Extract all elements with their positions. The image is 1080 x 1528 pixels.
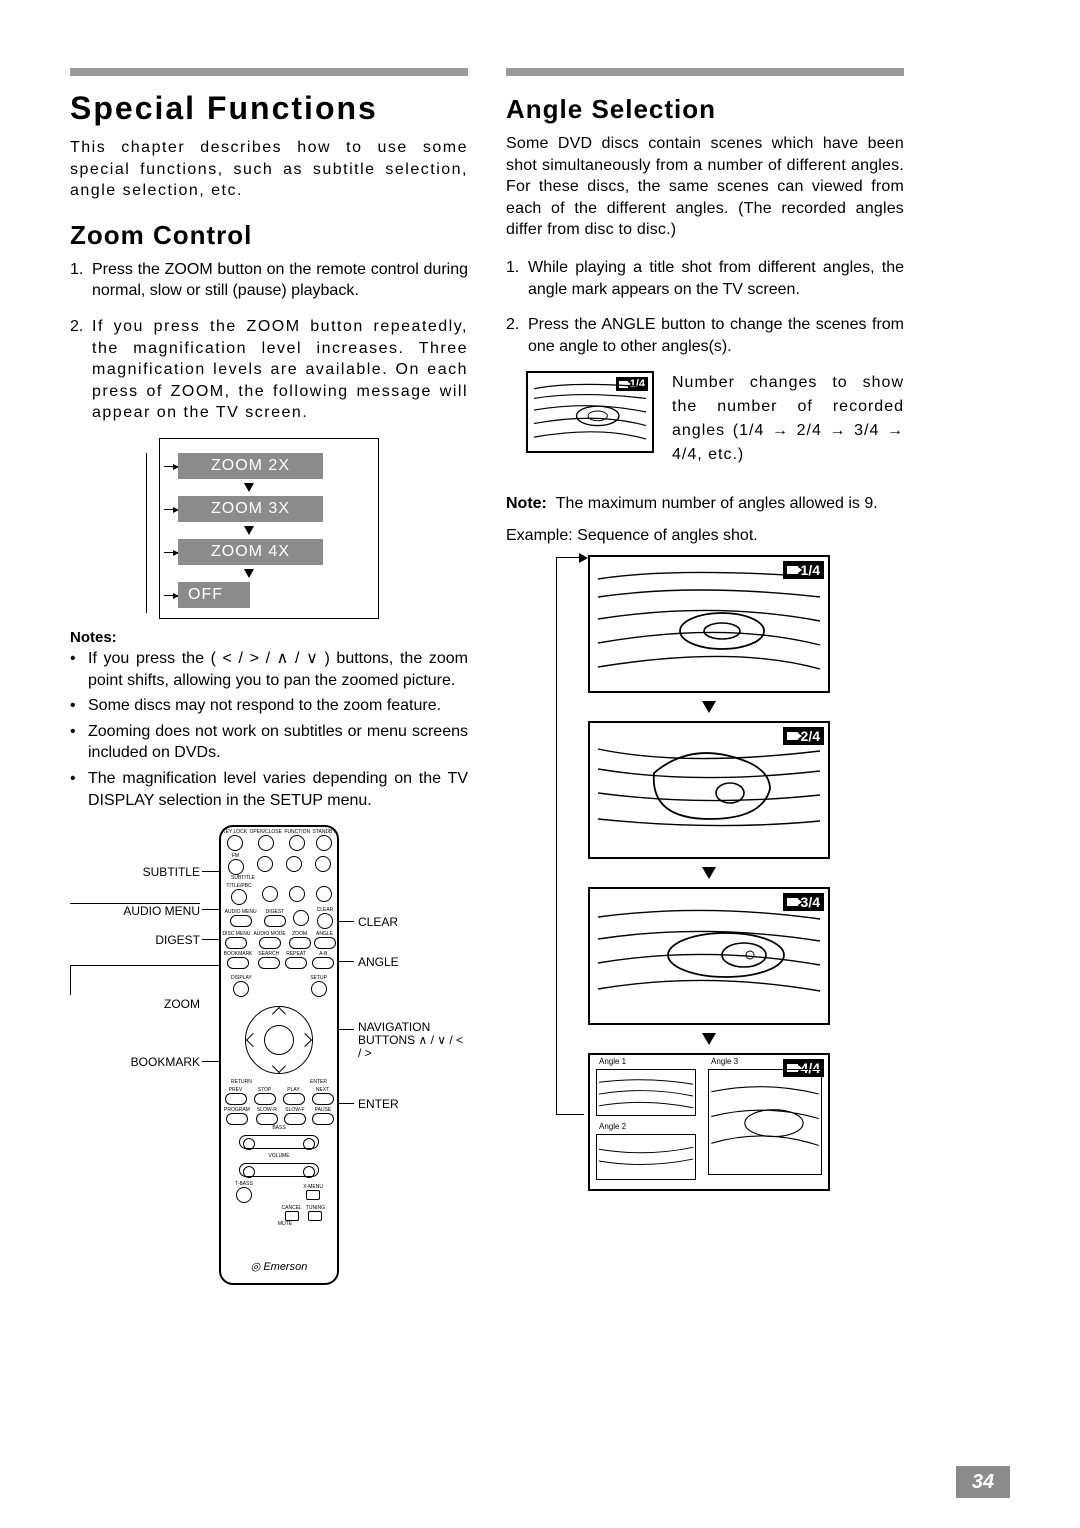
callout-subtitle: SUBTITLE: [70, 865, 200, 879]
angle-step-2: Press the ANGLE button to change the sce…: [528, 314, 904, 357]
down-arrow-icon: [702, 701, 716, 713]
callout-clear: CLEAR: [358, 915, 398, 929]
angle-number-text: Number changes to show the number of rec…: [672, 371, 904, 467]
zoom-diagram: ZOOM 2X ZOOM 3X ZOOM 4X OFF: [159, 438, 379, 619]
top-rule-right: [506, 68, 904, 76]
remote-body: KEY LOCK OPEN/CLOSE FUNCTION STANDBY FM …: [219, 825, 339, 1285]
callout-zoom: ZOOM: [70, 997, 200, 1011]
callout-angle: ANGLE: [358, 955, 399, 969]
note-3: Zooming does not work on subtitles or me…: [88, 721, 468, 764]
chapter-title: Special Functions: [70, 90, 468, 127]
example-label: Example: Sequence of angles shot.: [506, 527, 904, 545]
callout-digest: DIGEST: [70, 933, 200, 947]
notes-label: Notes:: [70, 629, 468, 646]
note-1: If you press the ( < / > / ∧ / ∨ ) butto…: [88, 648, 468, 691]
scene-art-icon: [532, 377, 648, 447]
split-scene: Angle 1 Angle 2 Angle 3: [590, 1055, 828, 1189]
zoom-step-2: If you press the ZOOM button repeatedly,…: [92, 316, 468, 424]
seq-frame-3: 3/4: [588, 887, 830, 1025]
zoom-level-3: ZOOM 4X: [178, 539, 323, 565]
page-number: 34: [956, 1466, 1010, 1498]
return-arrow-icon: [556, 557, 584, 1115]
chapter-intro: This chapter describes how to use some s…: [70, 137, 468, 202]
note-2: Some discs may not respond to the zoom f…: [88, 695, 441, 717]
angle-intro: Some DVD discs contain scenes which have…: [506, 133, 904, 241]
dpad: [242, 1003, 316, 1077]
down-arrow-icon: [702, 867, 716, 879]
angle-heading: Angle Selection: [506, 94, 904, 125]
callout-nav: NAVIGATIONBUTTONS ∧ / ∨ / < / >: [358, 1021, 468, 1061]
angle-step-1: While playing a title shot from differen…: [528, 257, 904, 300]
callout-enter: ENTER: [358, 1097, 399, 1111]
seq-frame-4: 4/4 Angle 1 Angle 2 Angle 3: [588, 1053, 830, 1191]
zoom-steps: 1.Press the ZOOM button on the remote co…: [70, 259, 468, 424]
angle-steps: 1.While playing a title shot from differ…: [506, 257, 904, 357]
angle-sequence: 1/4 2/4 3/4 4/4 Angle 1: [554, 555, 864, 1191]
zoom-level-2: ZOOM 3X: [178, 496, 323, 522]
angle-note: Note: The maximum number of angles allow…: [506, 495, 904, 513]
notes-list: •If you press the ( < / > / ∧ / ∨ ) butt…: [70, 648, 468, 811]
down-arrow-icon: [702, 1033, 716, 1045]
seq-frame-2: 2/4: [588, 721, 830, 859]
remote-brand: ◎ Emerson: [221, 1260, 337, 1273]
seq-frame-1: 1/4: [588, 555, 830, 693]
note-4: The magnification level varies depending…: [88, 768, 468, 811]
zoom-level-off: OFF: [178, 582, 250, 608]
zoom-level-1: ZOOM 2X: [178, 453, 323, 479]
angle-example-row: 1/4 Number changes to show the number of…: [526, 371, 904, 467]
top-rule-left: [70, 68, 468, 76]
left-column: Special Functions This chapter describes…: [70, 90, 468, 1325]
right-column: Angle Selection Some DVD discs contain s…: [506, 90, 904, 1191]
remote-illustration: SUBTITLE AUDIO MENU DIGEST ZOOM BOOKMARK…: [70, 825, 468, 1325]
page: Special Functions This chapter describes…: [0, 0, 1080, 1528]
callout-audio-menu: AUDIO MENU: [70, 905, 200, 917]
zoom-step-1: Press the ZOOM button on the remote cont…: [92, 259, 468, 302]
callout-bookmark: BOOKMARK: [70, 1055, 200, 1069]
zoom-heading: Zoom Control: [70, 220, 468, 251]
angle-thumb-small: 1/4: [526, 371, 654, 453]
